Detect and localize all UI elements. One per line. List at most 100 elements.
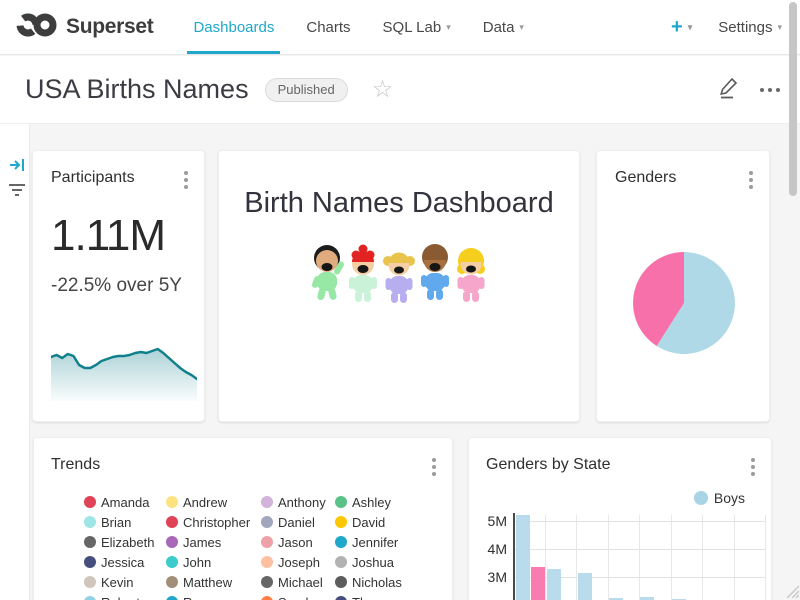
legend-item[interactable]: Joseph bbox=[261, 552, 335, 572]
resize-handle-icon[interactable] bbox=[785, 584, 799, 598]
bar-boys[interactable] bbox=[547, 569, 561, 600]
legend-dot-icon bbox=[166, 536, 178, 548]
legend-label: Nicholas bbox=[352, 575, 402, 590]
dashboard-header: USA Births Names Published ☆ bbox=[0, 56, 800, 124]
bar-boys[interactable] bbox=[516, 515, 530, 600]
nav-label: Data bbox=[483, 19, 515, 36]
superset-logo[interactable]: Superset bbox=[16, 11, 153, 44]
superset-dashboard-page: Superset Dashboards Charts SQL Lab ▾ Dat… bbox=[0, 0, 800, 600]
legend-item[interactable]: Elizabeth bbox=[84, 532, 166, 552]
legend-item[interactable]: Nicholas bbox=[335, 572, 415, 592]
nav-item-dashboards[interactable]: Dashboards bbox=[177, 0, 290, 54]
dot-icon bbox=[768, 88, 772, 92]
legend-dot-icon bbox=[261, 496, 273, 508]
published-badge[interactable]: Published bbox=[265, 78, 348, 102]
legend-label: Anthony bbox=[278, 495, 326, 510]
legend-item[interactable]: Robert bbox=[84, 592, 166, 600]
new-item-button[interactable]: + ▾ bbox=[671, 16, 692, 39]
settings-menu[interactable]: Settings ▾ bbox=[718, 19, 782, 36]
legend-item[interactable]: John bbox=[166, 552, 261, 572]
legend-item[interactable]: Jessica bbox=[84, 552, 166, 572]
expand-filter-bar-icon[interactable] bbox=[9, 156, 27, 179]
edit-pencil-icon[interactable] bbox=[718, 76, 740, 104]
gridline bbox=[576, 515, 577, 600]
legend-label: Robert bbox=[101, 595, 140, 600]
kebab-menu-icon[interactable] bbox=[430, 456, 438, 478]
legend-label: Matthew bbox=[183, 575, 232, 590]
legend-label: Jennifer bbox=[352, 535, 398, 550]
chart-title: Participants bbox=[51, 169, 135, 187]
big-number-value: 1.11M bbox=[51, 211, 165, 261]
legend-item[interactable]: Christopher bbox=[166, 512, 261, 532]
header-actions bbox=[718, 76, 780, 104]
legend-label: Ashley bbox=[352, 495, 391, 510]
legend-item[interactable]: Matthew bbox=[166, 572, 261, 592]
legend-dot-icon bbox=[261, 596, 273, 600]
brand-name: Superset bbox=[66, 15, 153, 39]
legend-item[interactable]: Joshua bbox=[335, 552, 415, 572]
participants-sparkline[interactable] bbox=[51, 339, 197, 401]
genders-card: Genders bbox=[596, 150, 770, 422]
nav-item-data[interactable]: Data ▾ bbox=[467, 0, 540, 54]
legend-item[interactable]: Thomas bbox=[335, 592, 415, 600]
legend-dot-icon bbox=[335, 596, 347, 600]
nav-label: SQL Lab bbox=[383, 19, 442, 36]
legend-item[interactable]: Brian bbox=[84, 512, 166, 532]
legend-item[interactable]: Michael bbox=[261, 572, 335, 592]
legend-label: Brian bbox=[101, 515, 131, 530]
kebab-menu-icon[interactable] bbox=[747, 169, 755, 191]
legend-dot-icon bbox=[335, 516, 347, 528]
dot-icon bbox=[760, 88, 764, 92]
legend-item[interactable]: Jennifer bbox=[335, 532, 415, 552]
legend-item[interactable]: Kevin bbox=[84, 572, 166, 592]
legend-dot-icon bbox=[166, 496, 178, 508]
nav-label: Charts bbox=[306, 19, 350, 36]
legend-item[interactable]: Anthony bbox=[261, 492, 335, 512]
legend-dot-icon bbox=[84, 576, 96, 588]
legend-dot-icon bbox=[84, 516, 96, 528]
big-number-subheader: -22.5% over 5Y bbox=[51, 275, 182, 297]
chevron-down-icon: ▾ bbox=[777, 22, 782, 33]
page-title: USA Births Names bbox=[25, 74, 249, 105]
gridline bbox=[765, 515, 766, 600]
kebab-menu-icon[interactable] bbox=[182, 169, 190, 191]
legend-item[interactable]: Andrew bbox=[166, 492, 261, 512]
legend-item[interactable]: Sarah bbox=[261, 592, 335, 600]
legend-item[interactable]: Amanda bbox=[84, 492, 166, 512]
more-menu-button[interactable] bbox=[760, 84, 780, 96]
legend-label: Amanda bbox=[101, 495, 149, 510]
legend-label: John bbox=[183, 555, 211, 570]
top-navbar: Superset Dashboards Charts SQL Lab ▾ Dat… bbox=[0, 0, 800, 55]
legend-dot-icon bbox=[84, 496, 96, 508]
legend-dot-icon bbox=[261, 556, 273, 568]
legend-label: Joshua bbox=[352, 555, 394, 570]
legend-item[interactable]: Jason bbox=[261, 532, 335, 552]
legend-label: Elizabeth bbox=[101, 535, 154, 550]
trends-legend: Amanda Andrew Anthony Ashley Brian Christophe… bbox=[84, 492, 415, 600]
gridline bbox=[608, 515, 609, 600]
legend-item[interactable]: Ashley bbox=[335, 492, 415, 512]
legend-item[interactable]: Daniel bbox=[261, 512, 335, 532]
favorite-star-icon[interactable]: ☆ bbox=[372, 78, 394, 102]
nav-item-charts[interactable]: Charts bbox=[290, 0, 366, 54]
filter-list-icon[interactable] bbox=[8, 182, 26, 203]
legend-label: Michael bbox=[278, 575, 323, 590]
chevron-down-icon: ▾ bbox=[446, 22, 451, 33]
legend-item-boys[interactable]: Boys bbox=[694, 490, 745, 506]
navbar-right: + ▾ Settings ▾ bbox=[671, 16, 782, 39]
legend-item[interactable]: Ryan bbox=[166, 592, 261, 600]
bar-girls[interactable] bbox=[531, 567, 545, 600]
legend-dot-icon bbox=[261, 576, 273, 588]
legend-item[interactable]: James bbox=[166, 532, 261, 552]
chevron-down-icon: ▾ bbox=[519, 22, 524, 33]
bar-boys[interactable] bbox=[640, 597, 654, 600]
vertical-scrollbar[interactable] bbox=[789, 2, 797, 196]
legend-item[interactable]: David bbox=[335, 512, 415, 532]
legend-dot-icon bbox=[84, 556, 96, 568]
bar-boys[interactable] bbox=[578, 573, 592, 600]
legend-dot-icon bbox=[335, 576, 347, 588]
headline-card: Birth Names Dashboard bbox=[218, 150, 580, 422]
nav-item-sql-lab[interactable]: SQL Lab ▾ bbox=[367, 0, 467, 54]
legend-label: Thomas bbox=[352, 595, 399, 600]
kebab-menu-icon[interactable] bbox=[749, 456, 757, 478]
